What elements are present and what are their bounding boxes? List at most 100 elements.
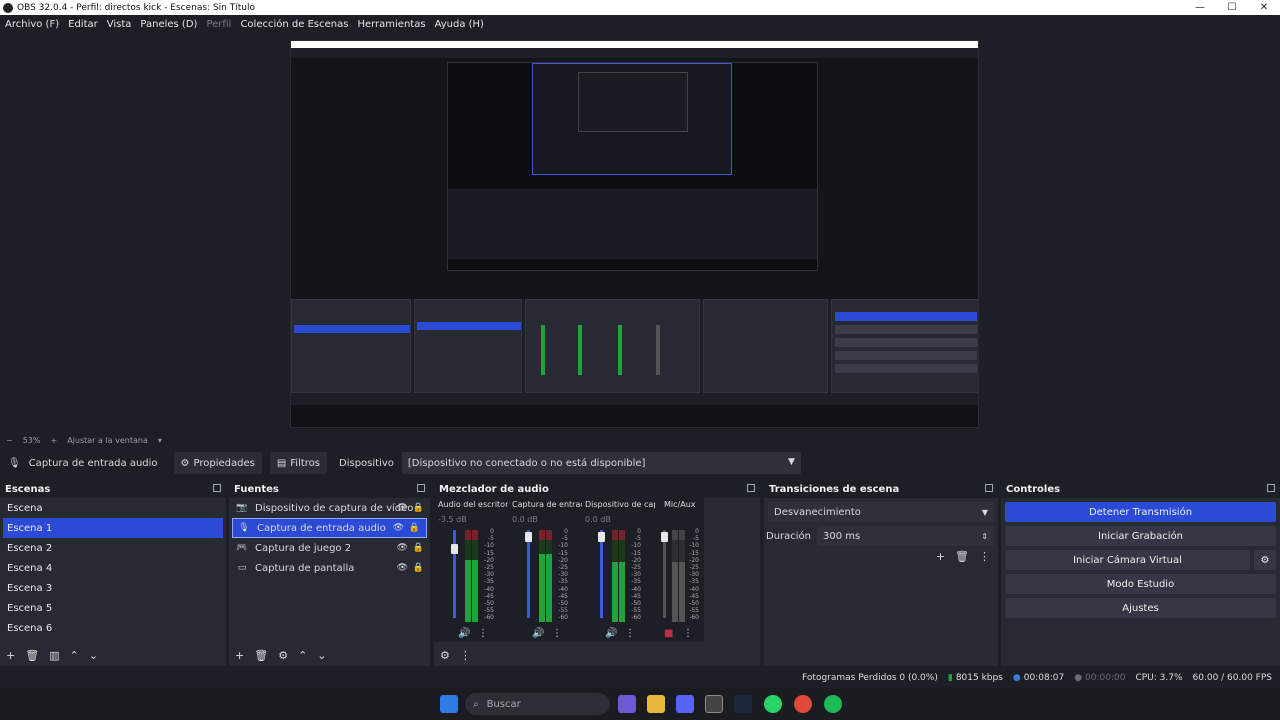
lock-icon[interactable]: 🔒	[409, 523, 420, 533]
fader-knob[interactable]	[525, 532, 532, 542]
transition-select[interactable]: Desvanecimiento ▼	[768, 502, 994, 522]
muted-speaker-icon[interactable]: ■	[664, 628, 673, 639]
gear-icon[interactable]: ⚙	[278, 649, 288, 662]
speaker-icon[interactable]: 🔊	[532, 628, 544, 639]
source-item[interactable]: ▭ Captura de pantalla 👁 🔒	[229, 558, 430, 578]
lock-icon[interactable]: 🔒	[413, 503, 424, 513]
taskbar-search[interactable]: ⌕ Buscar	[465, 693, 610, 715]
start-virtual-camera-button[interactable]: Iniciar Cámara Virtual	[1005, 550, 1250, 570]
record-icon: ●	[1074, 673, 1083, 683]
lock-icon[interactable]: 🔒	[413, 563, 424, 573]
settings-button[interactable]: Ajustes	[1005, 598, 1276, 618]
lock-icon[interactable]: 🔒	[413, 543, 424, 553]
speaker-icon[interactable]: 🔊	[605, 628, 617, 639]
menu-vista[interactable]: Vista	[107, 19, 132, 30]
scene-item[interactable]: Escena 3	[0, 578, 226, 598]
windows-start-icon[interactable]	[440, 695, 458, 713]
menu-archivo[interactable]: Archivo (F)	[5, 19, 59, 30]
menu-ayuda[interactable]: Ayuda (H)	[435, 19, 484, 30]
undock-icon[interactable]	[747, 484, 755, 492]
source-item[interactable]: 📷 Dispositivo de captura de vídeo 👁 🔒	[229, 498, 430, 518]
menu-editar[interactable]: Editar	[68, 19, 98, 30]
move-down-icon[interactable]: ⌄	[89, 649, 98, 662]
move-up-icon[interactable]: ⌃	[298, 649, 307, 662]
menu-herramientas[interactable]: Herramientas	[357, 19, 425, 30]
dropped-frames: Fotogramas Perdidos 0 (0.0%)	[802, 673, 938, 683]
menu-perfil[interactable]: Perfil	[206, 19, 231, 30]
duration-input[interactable]: 300 ms ⇕	[817, 526, 994, 546]
whatsapp-icon[interactable]	[764, 695, 782, 713]
more-icon[interactable]: ⋮	[979, 550, 990, 563]
undock-icon[interactable]	[213, 484, 221, 492]
zoom-in-button[interactable]: +	[50, 436, 57, 445]
spotify-icon[interactable]	[824, 695, 842, 713]
steam-icon[interactable]	[734, 695, 752, 713]
chevron-down-icon[interactable]: ▾	[158, 436, 162, 445]
scene-item-selected[interactable]: Escena 1	[3, 518, 223, 538]
obs-icon[interactable]	[705, 695, 723, 713]
virtual-camera-settings-button[interactable]: ⚙	[1254, 550, 1276, 570]
stop-streaming-button[interactable]: Detener Transmisión	[1005, 502, 1276, 522]
undock-icon[interactable]	[417, 484, 425, 492]
minimize-button[interactable]: —	[1184, 0, 1216, 15]
trash-icon[interactable]: 🗑	[955, 550, 969, 563]
more-icon[interactable]: ⋮	[683, 628, 693, 639]
menu-coleccion[interactable]: Colección de Escenas	[240, 19, 348, 30]
add-icon[interactable]: +	[936, 550, 945, 563]
volume-fader[interactable]	[527, 530, 530, 618]
fader-knob[interactable]	[661, 532, 668, 542]
menu-paneles[interactable]: Paneles (D)	[140, 19, 197, 30]
gamepad-icon: 🎮	[236, 543, 248, 553]
studio-mode-button[interactable]: Modo Estudio	[1005, 574, 1276, 594]
advanced-audio-icon[interactable]: ⚙	[440, 649, 450, 662]
scene-item[interactable]: Escena 5	[0, 598, 226, 618]
filter-icon[interactable]: ▥	[49, 649, 59, 662]
properties-label: Propiedades	[193, 457, 255, 469]
volume-fader[interactable]	[663, 530, 666, 618]
fit-window-option[interactable]: Ajustar a la ventana	[67, 436, 148, 445]
source-item[interactable]: 🎮 Captura de juego 2 👁 🔒	[229, 538, 430, 558]
chrome-icon[interactable]	[794, 695, 812, 713]
more-icon[interactable]: ⋮	[552, 628, 562, 639]
eye-icon[interactable]: 👁	[393, 523, 404, 533]
zoom-out-button[interactable]: −	[6, 436, 13, 445]
trash-icon[interactable]: 🗑	[254, 649, 268, 662]
eye-icon[interactable]: 👁	[397, 503, 408, 513]
filters-button[interactable]: ▤ Filtros	[269, 452, 328, 474]
scene-item[interactable]: Escena	[0, 498, 226, 518]
spin-arrows-icon[interactable]: ⇕	[981, 532, 988, 541]
speaker-icon[interactable]: 🔊	[458, 628, 470, 639]
maximize-button[interactable]: ☐	[1216, 0, 1248, 15]
search-icon: ⌕	[473, 698, 479, 710]
properties-button[interactable]: ⚙ Propiedades	[173, 452, 262, 474]
fader-knob[interactable]	[598, 532, 605, 542]
move-up-icon[interactable]: ⌃	[70, 649, 79, 662]
source-name: Captura de entrada audio	[28, 457, 158, 469]
close-button[interactable]: ✕	[1248, 0, 1280, 15]
more-icon[interactable]: ⋮	[478, 628, 488, 639]
start-recording-button[interactable]: Iniciar Grabación	[1005, 526, 1276, 546]
move-down-icon[interactable]: ⌄	[317, 649, 326, 662]
source-label: Captura de pantalla	[255, 562, 355, 574]
fader-knob[interactable]	[451, 544, 458, 554]
device-select[interactable]: [Dispositivo no conectado o no está disp…	[401, 452, 801, 474]
undock-icon[interactable]	[1267, 484, 1275, 492]
folder-icon[interactable]	[647, 695, 665, 713]
scene-item[interactable]: Escena 6	[0, 618, 226, 638]
preview-canvas[interactable]	[290, 40, 979, 428]
transition-value: Desvanecimiento	[774, 506, 861, 518]
discord-icon[interactable]	[676, 695, 694, 713]
more-icon[interactable]: ⋮	[625, 628, 635, 639]
add-icon[interactable]: +	[235, 649, 244, 662]
undock-icon[interactable]	[985, 484, 993, 492]
add-icon[interactable]: +	[6, 649, 15, 662]
scene-item[interactable]: Escena 2	[0, 538, 226, 558]
eye-icon[interactable]: 👁	[397, 543, 408, 553]
eye-icon[interactable]: 👁	[397, 563, 408, 573]
scene-item[interactable]: Escena 4	[0, 558, 226, 578]
more-icon[interactable]: ⋮	[460, 649, 471, 662]
copilot-icon[interactable]	[618, 695, 636, 713]
volume-fader[interactable]	[600, 530, 603, 618]
trash-icon[interactable]: 🗑	[25, 649, 39, 662]
source-item-selected[interactable]: 🎙 Captura de entrada audio 👁 🔒	[232, 518, 427, 538]
